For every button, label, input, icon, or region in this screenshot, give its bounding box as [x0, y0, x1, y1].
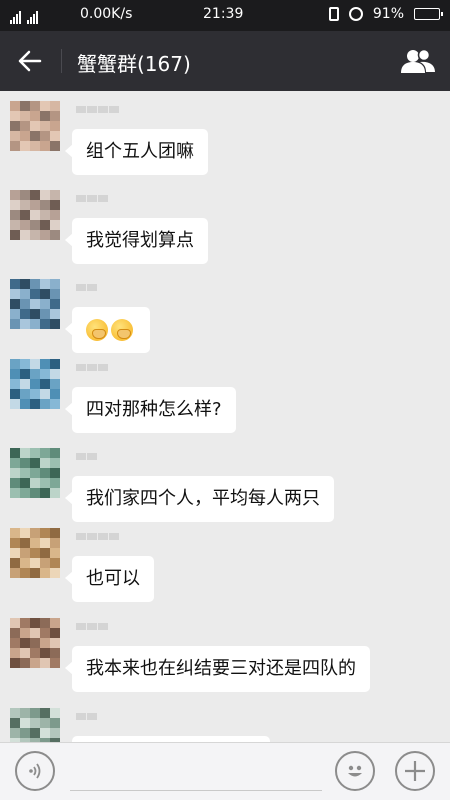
- emoji-button[interactable]: [335, 751, 375, 791]
- message-bubble[interactable]: 我本来也在纠结要三对还是四队的: [65, 646, 370, 692]
- sender-name-redacted: [76, 708, 136, 720]
- sender-name-redacted: [76, 279, 136, 291]
- smiley-icon: [348, 765, 362, 777]
- chat-title: 蟹蟹群(167): [77, 52, 191, 76]
- arrow-left-icon: [18, 50, 42, 72]
- message-bubble[interactable]: 也可以: [65, 556, 154, 602]
- avatar[interactable]: [10, 279, 60, 329]
- back-button[interactable]: [12, 45, 48, 77]
- battery-percent: 91%: [372, 6, 404, 22]
- clock: 21:39: [203, 6, 244, 22]
- vibrate-icon: [328, 7, 339, 21]
- avatar[interactable]: [10, 101, 60, 151]
- message-bubble[interactable]: 四对那种怎么样?: [65, 387, 236, 433]
- avatar[interactable]: [10, 708, 60, 742]
- more-button[interactable]: [395, 751, 435, 791]
- sender-name-redacted: [76, 618, 136, 630]
- face-with-hand-over-mouth-icon: [111, 319, 133, 341]
- message-list[interactable]: 组个五人团嘛 我觉得划算点 四对那种怎么样? 我们家四个人，平均每人两只 也可以…: [0, 91, 450, 742]
- message-bubble[interactable]: 组个五人团嘛: [65, 129, 208, 175]
- status-bar: 0.00K/s 21:39 91%: [0, 0, 450, 31]
- input-bar: [0, 742, 450, 800]
- status-right: 91%: [328, 6, 443, 22]
- title-divider: [61, 49, 62, 73]
- battery-icon: [414, 8, 443, 20]
- sender-name-redacted: [76, 101, 136, 113]
- avatar[interactable]: [10, 528, 60, 578]
- sender-name-redacted: [76, 528, 136, 540]
- title-bar: 蟹蟹群(167): [0, 31, 450, 91]
- avatar[interactable]: [10, 190, 60, 240]
- message-bubble[interactable]: 我们家四个人，平均每人两只: [65, 476, 334, 522]
- group-members-icon: [401, 48, 435, 73]
- network-speed: 0.00K/s: [80, 6, 133, 22]
- members-button[interactable]: [398, 45, 438, 77]
- avatar[interactable]: [10, 448, 60, 498]
- avatar[interactable]: [10, 359, 60, 409]
- signal-strength-icon-2: [27, 10, 38, 24]
- sender-name-redacted: [76, 448, 136, 460]
- voice-button[interactable]: [15, 751, 55, 791]
- message-bubble[interactable]: 我觉得划算点: [65, 218, 208, 264]
- signal-indicators: [10, 6, 44, 24]
- voice-input-icon: [29, 763, 41, 779]
- avatar[interactable]: [10, 618, 60, 668]
- signal-strength-icon: [10, 10, 21, 24]
- message-input[interactable]: [70, 751, 322, 791]
- plus-icon: [405, 761, 425, 781]
- message-bubble[interactable]: [65, 307, 150, 353]
- sender-name-redacted: [76, 190, 136, 202]
- sender-name-redacted: [76, 359, 136, 371]
- alarm-icon: [348, 7, 363, 21]
- face-with-hand-over-mouth-icon: [86, 319, 108, 341]
